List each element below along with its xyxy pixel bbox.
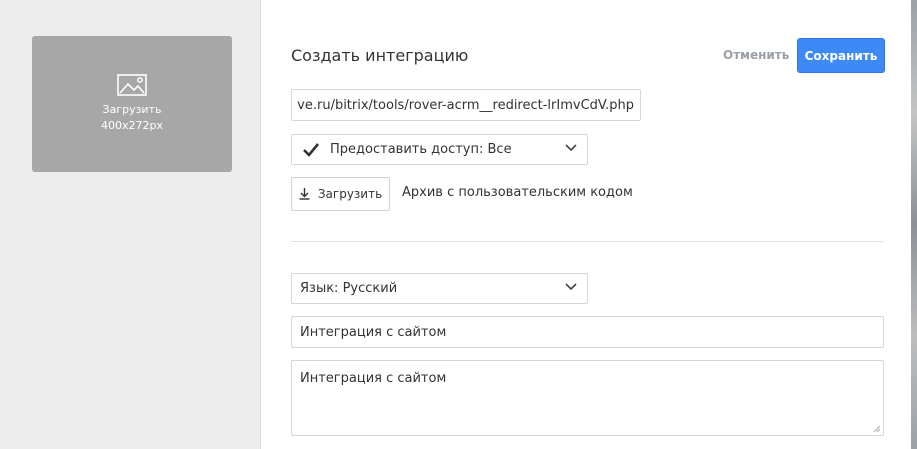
- backdrop-right: [911, 0, 917, 449]
- chevron-down-icon: [565, 144, 577, 152]
- check-icon[interactable]: [302, 142, 320, 158]
- url-input[interactable]: ve.ru/bitrix/tools/rover-acrm__redirect-…: [291, 89, 641, 121]
- integration-name-value: Интеграция с сайтом: [300, 324, 447, 340]
- create-integration-dialog: Загрузить 400x272px Создать интеграцию О…: [0, 0, 911, 449]
- access-select-value: Предоставить доступ: Все: [330, 142, 512, 157]
- dialog-title: Создать интеграцию: [291, 46, 469, 65]
- image-upload-size-hint: 400x272px: [101, 119, 163, 132]
- chevron-down-icon: [565, 283, 577, 291]
- access-select[interactable]: Предоставить доступ: Все: [291, 134, 588, 165]
- save-button[interactable]: Сохранить: [797, 38, 885, 73]
- url-input-value: ve.ru/bitrix/tools/rover-acrm__redirect-…: [297, 97, 634, 113]
- integration-name-input[interactable]: Интеграция с сайтом: [291, 316, 884, 348]
- section-divider: [291, 241, 884, 242]
- upload-archive-button[interactable]: Загрузить: [291, 177, 390, 211]
- image-upload-area[interactable]: Загрузить 400x272px: [32, 36, 232, 172]
- image-icon: [117, 74, 147, 96]
- cancel-button[interactable]: Отменить: [723, 48, 789, 62]
- language-select-value: Язык: Русский: [300, 281, 398, 296]
- upload-archive-label: Загрузить: [317, 187, 383, 201]
- archive-label: Архив с пользовательским кодом: [402, 185, 633, 200]
- language-select[interactable]: Язык: Русский: [291, 273, 588, 304]
- left-panel: Загрузить 400x272px: [0, 0, 261, 449]
- integration-description-textarea[interactable]: Интеграция с сайтом: [291, 360, 884, 436]
- resize-handle-icon[interactable]: [873, 425, 881, 433]
- image-upload-label: Загрузить: [102, 103, 162, 116]
- download-icon: [299, 188, 310, 200]
- integration-description-value: Интеграция с сайтом: [300, 371, 447, 386]
- right-panel: Создать интеграцию Отменить Сохранить ve…: [261, 0, 911, 449]
